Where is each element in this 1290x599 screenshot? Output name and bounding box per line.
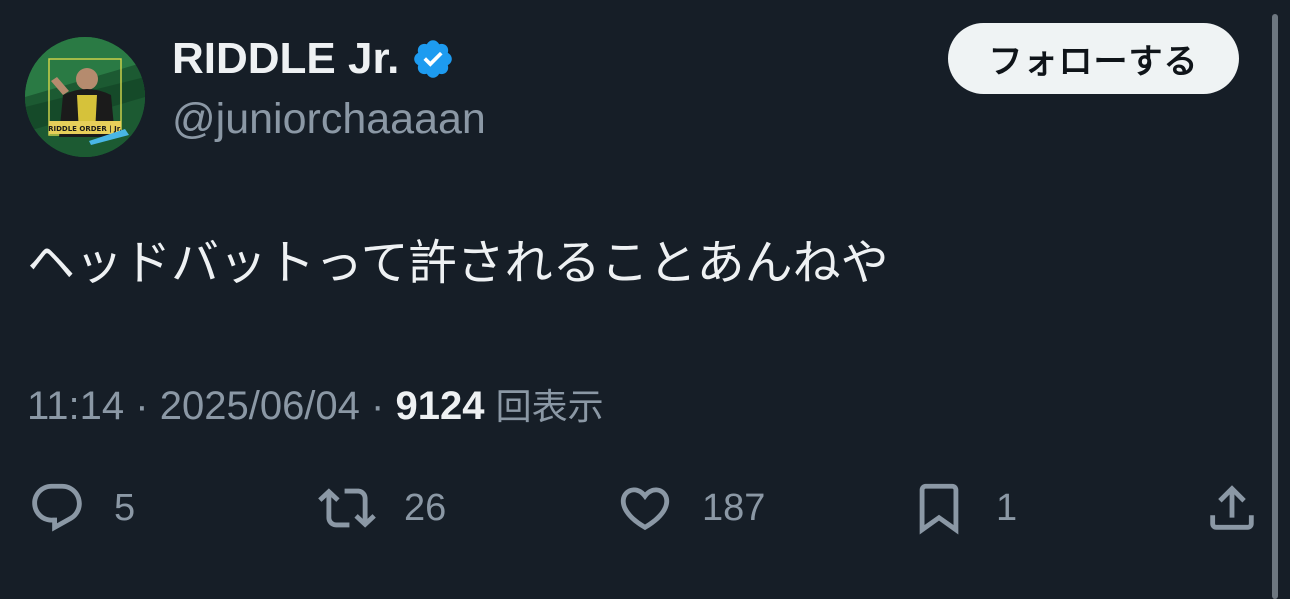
tweet-date[interactable]: 2025/06/04 xyxy=(160,384,360,428)
like-count: 187 xyxy=(702,486,766,529)
bookmark-button[interactable]: 1 xyxy=(910,478,1017,538)
avatar-image: RIDDLE ORDER | Jr. xyxy=(25,37,145,157)
tweet-time[interactable]: 11:14 xyxy=(27,384,124,428)
meta-separator: · xyxy=(135,384,149,428)
user-handle[interactable]: @juniorchaaaan xyxy=(172,93,486,145)
tweet-text: ヘッドバットって許されることあんねや xyxy=(27,235,889,291)
display-name-text: RIDDLE Jr. xyxy=(172,34,400,83)
display-name[interactable]: RIDDLE Jr. xyxy=(172,33,455,85)
share-icon xyxy=(1210,485,1254,530)
reply-button[interactable]: 5 xyxy=(28,478,135,538)
retweet-icon xyxy=(318,488,376,528)
share-button[interactable] xyxy=(1203,478,1261,538)
reply-count: 5 xyxy=(114,486,136,529)
avatar[interactable]: RIDDLE ORDER | Jr. xyxy=(25,37,145,157)
verified-badge-icon xyxy=(411,37,455,81)
bookmark-icon xyxy=(919,483,959,535)
reply-icon xyxy=(32,483,82,532)
follow-button[interactable]: フォローする xyxy=(948,23,1239,94)
avatar-banner-text: RIDDLE ORDER | Jr. xyxy=(48,125,122,134)
retweet-count: 26 xyxy=(404,486,447,529)
tweet-card: RIDDLE ORDER | Jr. RIDDLE Jr. @juniorcha… xyxy=(0,0,1290,599)
like-button[interactable]: 187 xyxy=(616,478,765,538)
views-count: 9124 xyxy=(395,384,485,428)
meta-separator: · xyxy=(371,384,385,428)
tweet-meta: 11:14 · 2025/06/04 · 9124 回表示 xyxy=(27,380,604,434)
retweet-button[interactable]: 26 xyxy=(318,478,446,538)
scrollbar[interactable] xyxy=(1272,14,1278,599)
bookmark-count: 1 xyxy=(996,486,1018,529)
views-label: 回表示 xyxy=(495,387,604,428)
heart-icon xyxy=(620,487,670,531)
